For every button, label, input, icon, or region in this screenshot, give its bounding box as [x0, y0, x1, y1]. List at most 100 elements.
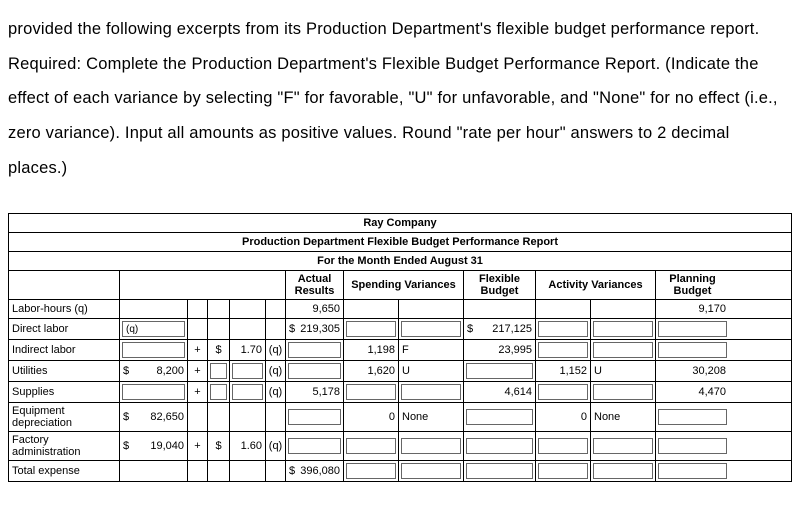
row-indirect-labor: Indirect labor + $ 1.70 (q) 1,198 F 23,9…: [9, 340, 791, 361]
label: Supplies: [9, 382, 119, 402]
flexible-input[interactable]: [466, 363, 533, 379]
q: (q): [265, 432, 285, 460]
report-title: Production Department Flexible Budget Pe…: [9, 233, 791, 252]
sv-amt-input[interactable]: [346, 438, 396, 454]
av-fu-input[interactable]: [593, 342, 653, 358]
report-period: For the Month Ended August 31: [9, 252, 791, 271]
row-total: Total expense $396,080: [9, 461, 791, 481]
av-amt-input[interactable]: [538, 438, 588, 454]
sv-fu: U: [398, 361, 463, 381]
row-labor-hours: Labor-hours (q) 9,650 9,170: [9, 300, 791, 319]
av-fu: None: [590, 403, 655, 431]
av-amt-input[interactable]: [538, 384, 588, 400]
fixed: 8,200: [131, 365, 184, 377]
fixed-input[interactable]: [122, 342, 185, 358]
flexible: 217,125: [475, 323, 532, 335]
planning-input[interactable]: [658, 409, 727, 425]
hdr-planning: Planning Budget: [655, 271, 729, 299]
dollar: $: [123, 365, 129, 377]
instructions-text: provided the following excerpts from its…: [8, 12, 792, 185]
sv-amt-input[interactable]: [346, 463, 396, 479]
rate-input[interactable]: [232, 384, 263, 400]
plus: +: [187, 361, 207, 381]
sv-fu-input[interactable]: [401, 438, 461, 454]
label: Total expense: [9, 461, 119, 481]
dollar: $: [123, 440, 129, 452]
label: Direct labor: [9, 319, 119, 339]
av-amt-input[interactable]: [538, 463, 588, 479]
av-amt: 0: [535, 403, 590, 431]
av-amt: 1,152: [535, 361, 590, 381]
sv-fu-input[interactable]: [401, 384, 461, 400]
sv-amt: 0: [343, 403, 398, 431]
hdr-actual: Actual Results: [285, 271, 343, 299]
dollar: $: [467, 323, 473, 335]
dollar: $: [289, 323, 295, 335]
q-input[interactable]: (q): [122, 321, 185, 337]
actual-input[interactable]: [288, 342, 341, 358]
row-supplies: Supplies + (q) 5,178 4,614 4,470: [9, 382, 791, 403]
rate-input[interactable]: [232, 363, 263, 379]
planning-input[interactable]: [658, 342, 727, 358]
row-direct-labor: Direct labor (q) $219,305 $217,125: [9, 319, 791, 340]
dollar: $: [289, 465, 295, 477]
hdr-activity: Activity Variances: [535, 271, 655, 299]
label: Equipment depreciation: [9, 403, 119, 431]
hdr-spending: Spending Variances: [343, 271, 463, 299]
planning: 9,170: [655, 300, 729, 318]
label: Factory administration: [9, 432, 119, 460]
av-fu-input[interactable]: [593, 463, 653, 479]
flexible-input[interactable]: [466, 438, 533, 454]
actual: 219,305: [297, 323, 340, 335]
planning: 30,208: [655, 361, 729, 381]
av-fu-input[interactable]: [593, 321, 653, 337]
sv-amt-input[interactable]: [346, 321, 396, 337]
flexible: 23,995: [463, 340, 535, 360]
fixed-input[interactable]: [122, 384, 185, 400]
q: (q): [265, 382, 285, 402]
row-equipment-dep: Equipment depreciation $82,650 0 None 0 …: [9, 403, 791, 432]
plus: +: [187, 382, 207, 402]
flexible: 4,614: [463, 382, 535, 402]
av-fu-input[interactable]: [593, 384, 653, 400]
label: Labor-hours (q): [9, 300, 119, 318]
hdr-flexible: Flexible Budget: [463, 271, 535, 299]
actual-input[interactable]: [288, 409, 341, 425]
planning-input[interactable]: [658, 321, 727, 337]
planning-input[interactable]: [658, 438, 727, 454]
av-fu: U: [590, 361, 655, 381]
actual: 396,080: [297, 465, 340, 477]
av-amt-input[interactable]: [538, 342, 588, 358]
label: Indirect labor: [9, 340, 119, 360]
flexible-input[interactable]: [466, 463, 533, 479]
q: (q): [265, 340, 285, 360]
planning: 4,470: [655, 382, 729, 402]
label: Utilities: [9, 361, 119, 381]
rate: 1.60: [229, 432, 265, 460]
dollar: $: [207, 340, 229, 360]
actual-input[interactable]: [288, 363, 341, 379]
sv-amt: 1,620: [343, 361, 398, 381]
actual: 9,650: [285, 300, 343, 318]
dollar-input[interactable]: [210, 384, 227, 400]
sv-fu-input[interactable]: [401, 463, 461, 479]
fixed: 19,040: [131, 440, 184, 452]
flexible-input[interactable]: [466, 409, 533, 425]
sv-fu: F: [398, 340, 463, 360]
av-amt-input[interactable]: [538, 321, 588, 337]
rate: 1.70: [229, 340, 265, 360]
sv-amt-input[interactable]: [346, 384, 396, 400]
av-fu-input[interactable]: [593, 438, 653, 454]
q: (q): [265, 361, 285, 381]
dollar: $: [207, 432, 229, 460]
sv-amt: 1,198: [343, 340, 398, 360]
dollar-input[interactable]: [210, 363, 227, 379]
company-header: Ray Company: [9, 214, 791, 233]
planning-input[interactable]: [658, 463, 727, 479]
actual-input[interactable]: [288, 438, 341, 454]
row-factory-admin: Factory administration $19,040 + $ 1.60 …: [9, 432, 791, 461]
sv-fu-input[interactable]: [401, 321, 461, 337]
report-table: Ray Company Production Department Flexib…: [8, 213, 792, 482]
fixed: 82,650: [131, 411, 184, 423]
sv-fu: None: [398, 403, 463, 431]
